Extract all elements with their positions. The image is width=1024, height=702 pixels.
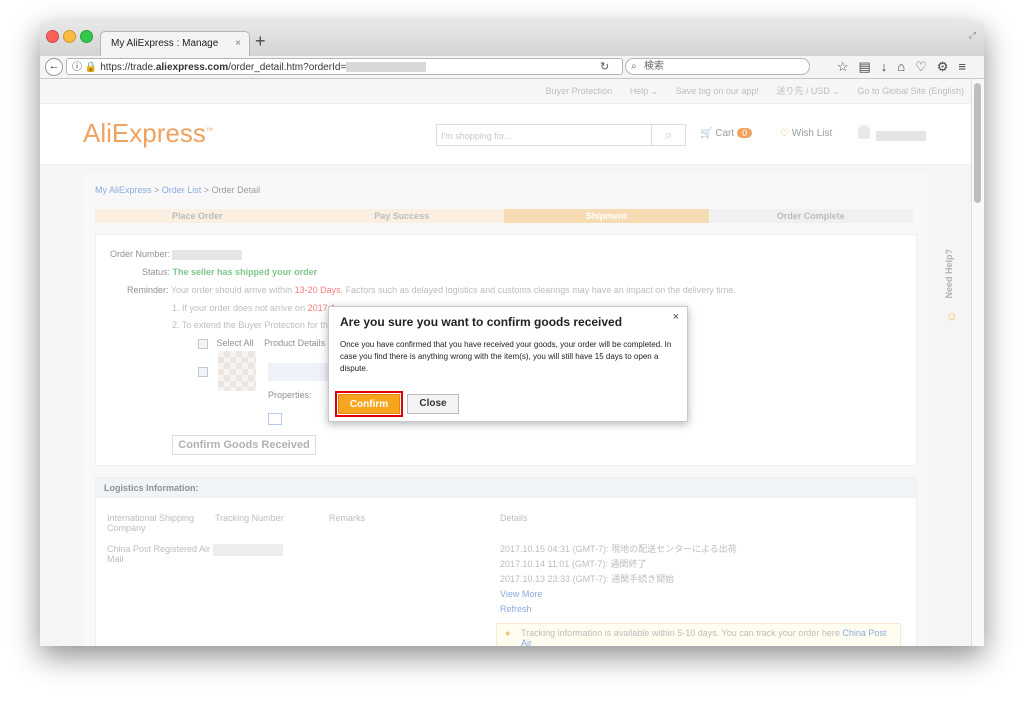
dialog-close-button[interactable]: Close [407,394,459,414]
url-domain: aliexpress.com [155,62,229,73]
close-window-button[interactable] [46,30,59,43]
zoom-window-button[interactable] [80,30,93,43]
redacted-order-id [346,62,427,73]
confirm-button[interactable]: Confirm [338,394,400,414]
confirm-dialog: Are you sure you want to confirm goods r… [328,306,688,422]
dialog-close-icon[interactable]: × [673,311,679,323]
window-controls [46,30,97,46]
search-icon: ⌕ [631,61,637,72]
url-path: /order_detail.htm?orderId= [228,62,347,73]
dialog-title: Are you sure you want to confirm goods r… [340,315,623,329]
dialog-body: Once you have confirmed that you have re… [340,340,672,373]
browser-search-placeholder: 検索 [644,61,664,72]
title-bar: My AliExpress : Manage Orders × + ⤢ [40,22,984,73]
navigation-toolbar: ← ⓘ 🔒 https://trade.aliexpress.com/order_… [40,56,984,79]
new-tab-button[interactable]: + [255,31,266,52]
info-icon[interactable]: ⓘ [72,62,82,73]
toolbar-icons[interactable]: ☆▤↓⌂♡⚙≡ [837,59,976,75]
back-arrow-icon[interactable]: ← [45,58,63,76]
url-prefix: https://trade. [100,62,156,73]
tab-close-icon[interactable]: × [235,32,241,56]
browser-search-field[interactable]: ⌕ 検索 [625,58,810,75]
scrollbar-thumb[interactable] [974,83,981,203]
fullscreen-icon[interactable]: ⤢ [969,30,976,41]
reload-icon[interactable]: ↻ [600,60,609,73]
browser-tab[interactable]: My AliExpress : Manage Orders × [100,31,250,73]
page-scrollbar[interactable] [971,79,984,646]
browser-window: My AliExpress : Manage Orders × + ⤢ ← ⓘ … [40,22,984,646]
lock-icon: 🔒 [84,62,98,73]
minimize-window-button[interactable] [63,30,76,43]
address-bar[interactable]: ⓘ 🔒 https://trade.aliexpress.com/order_de… [66,58,623,75]
